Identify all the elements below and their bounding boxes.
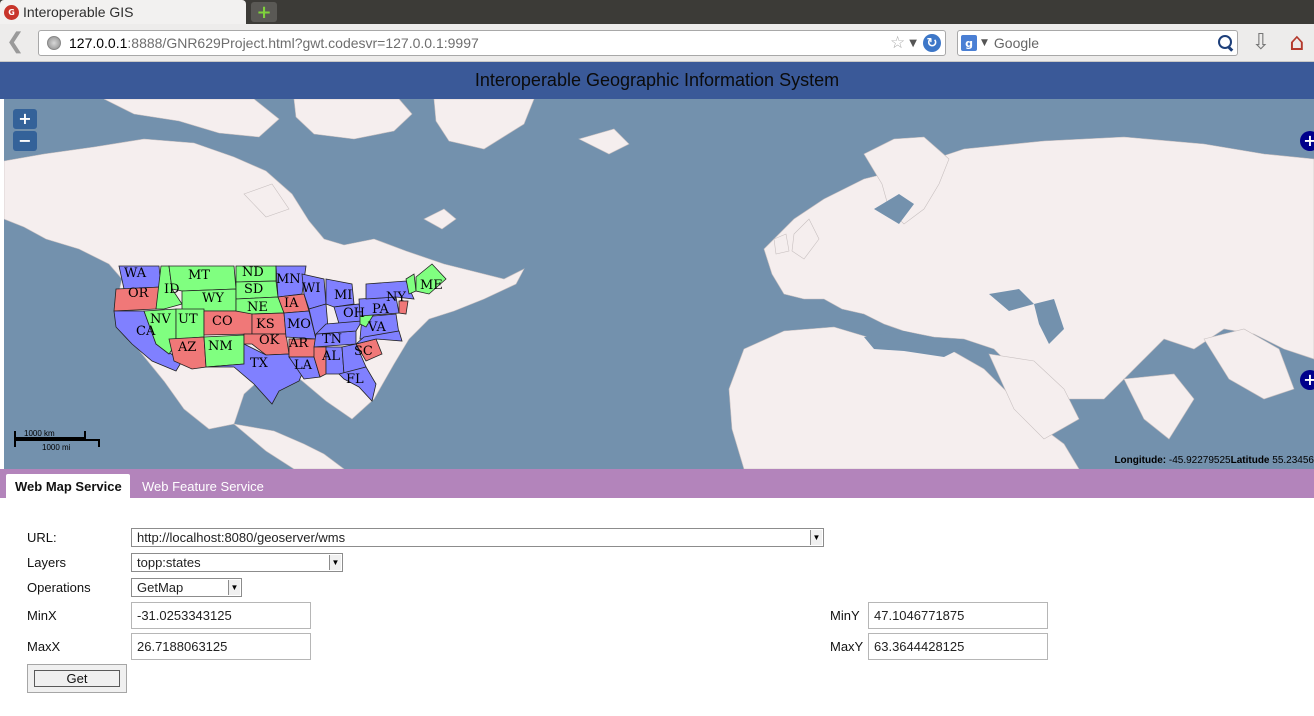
minx-label: MinX <box>27 608 57 623</box>
layers-select-value: topp:states <box>137 555 201 570</box>
svg-text:IA: IA <box>284 296 299 311</box>
world-map: WA OR MT ND SD WY ID NE MN WI MI IA NV U… <box>4 99 1314 469</box>
page-title: Interoperable Geographic Information Sys… <box>474 70 840 90</box>
miny-field[interactable]: 47.1046771875 <box>868 602 1048 629</box>
maxx-label: MaxX <box>27 639 61 654</box>
browser-tab-strip: G Interoperable GIS + <box>0 0 1314 24</box>
longitude-label: Longitude: <box>1114 455 1167 466</box>
map-viewport[interactable]: WA OR MT ND SD WY ID NE MN WI MI IA NV U… <box>4 99 1314 469</box>
google-engine-icon[interactable]: g <box>961 35 977 51</box>
svg-text:NE: NE <box>247 300 268 315</box>
svg-text:NY: NY <box>386 290 406 305</box>
app-header: Interoperable Geographic Information Sys… <box>0 62 1314 99</box>
miny-label: MinY <box>830 608 860 623</box>
chevron-down-icon: ▼ <box>810 530 822 545</box>
layers-select[interactable]: topp:states ▼ <box>131 553 343 572</box>
operations-label: Operations <box>27 580 91 595</box>
overview-map-toggle-icon[interactable]: + <box>1300 370 1314 390</box>
svg-text:ME: ME <box>420 278 443 293</box>
scale-km-label: 1000 km <box>24 429 55 438</box>
search-input[interactable]: Google <box>994 35 1217 51</box>
latitude-label: Latitude <box>1230 455 1270 466</box>
svg-text:CO: CO <box>212 314 233 329</box>
search-icon[interactable] <box>1217 34 1235 52</box>
url-label: URL: <box>27 530 57 545</box>
layers-label: Layers <box>27 555 67 570</box>
history-dropdown-icon[interactable]: ▼ <box>909 38 917 49</box>
browser-tab-title: Interoperable GIS <box>23 4 134 20</box>
svg-text:ND: ND <box>242 265 264 280</box>
service-tab-bar: Web Map Service Web Feature Service <box>0 469 1314 498</box>
svg-text:NM: NM <box>208 339 233 354</box>
browser-tab[interactable]: G Interoperable GIS <box>0 0 246 24</box>
browser-toolbar: ❮ 127.0.0.1:8888/GNR629Project.html?gwt.… <box>0 24 1314 62</box>
download-icon[interactable]: ⇩ <box>1250 32 1272 56</box>
operations-select-value: GetMap <box>137 580 184 595</box>
svg-text:FL: FL <box>346 372 364 387</box>
latitude-value: 55.23456 <box>1272 455 1314 466</box>
svg-text:CA: CA <box>136 324 156 339</box>
url-text[interactable]: 127.0.0.1:8888/GNR629Project.html?gwt.co… <box>69 35 890 51</box>
svg-text:TN: TN <box>322 332 342 347</box>
url-path: :8888/GNR629Project.html?gwt.codesvr=127… <box>127 35 479 51</box>
tab-web-map-service[interactable]: Web Map Service <box>6 474 130 498</box>
new-tab-icon[interactable]: + <box>251 2 277 23</box>
svg-text:WI: WI <box>302 281 321 296</box>
home-icon[interactable]: ⌂ <box>1284 30 1310 56</box>
maxy-label: MaxY <box>830 639 864 654</box>
wms-form: URL: http://localhost:8080/geoserver/wms… <box>0 498 1314 716</box>
svg-text:WA: WA <box>124 266 147 281</box>
svg-text:MN: MN <box>276 272 301 287</box>
svg-text:MT: MT <box>188 268 210 283</box>
zoom-control: + − <box>13 109 39 154</box>
gwt-favicon-icon: G <box>4 4 19 20</box>
bookmark-star-icon[interactable]: ☆ <box>890 33 905 53</box>
svg-text:MO: MO <box>287 317 311 332</box>
svg-text:AZ: AZ <box>177 340 196 355</box>
scale-line: 1000 km 1000 mi <box>14 429 104 459</box>
url-select-value: http://localhost:8080/geoserver/wms <box>137 530 346 545</box>
address-bar[interactable]: 127.0.0.1:8888/GNR629Project.html?gwt.co… <box>38 30 946 56</box>
site-identity-icon[interactable] <box>47 36 61 50</box>
back-arrow-icon[interactable]: ❮ <box>6 31 26 55</box>
svg-text:OK: OK <box>259 333 280 348</box>
longitude-value: -45.92279525 <box>1168 455 1231 466</box>
svg-text:ID: ID <box>164 282 180 297</box>
scale-mi-label: 1000 mi <box>42 443 71 452</box>
svg-text:OH: OH <box>343 306 365 321</box>
layer-switcher-icon[interactable]: + <box>1300 131 1314 151</box>
tab-web-feature-service[interactable]: Web Feature Service <box>142 479 264 494</box>
svg-text:SC: SC <box>354 344 373 359</box>
svg-text:AR: AR <box>288 336 309 351</box>
svg-text:WY: WY <box>202 291 224 306</box>
maxx-field[interactable]: 26.7188063125 <box>131 633 311 660</box>
svg-text:MI: MI <box>334 288 352 303</box>
minx-field[interactable]: -31.0253343125 <box>131 602 311 629</box>
mouse-position: Longitude: -45.92279525Latitude 55.23456 <box>1114 455 1314 466</box>
operations-select[interactable]: GetMap ▼ <box>131 578 242 597</box>
search-bar[interactable]: g ▼ Google <box>957 30 1238 56</box>
svg-text:UT: UT <box>178 312 198 327</box>
reload-icon[interactable]: ↻ <box>923 34 941 52</box>
engine-dropdown-icon[interactable]: ▼ <box>981 38 988 48</box>
maxy-field[interactable]: 63.3644428125 <box>868 633 1048 660</box>
svg-text:OR: OR <box>128 286 150 301</box>
url-host: 127.0.0.1 <box>69 35 128 51</box>
get-button[interactable]: Get <box>27 664 127 693</box>
zoom-out-button[interactable]: − <box>13 131 37 151</box>
get-button-label: Get <box>34 670 120 687</box>
chevron-down-icon: ▼ <box>329 555 341 570</box>
svg-text:LA: LA <box>294 358 313 373</box>
zoom-in-button[interactable]: + <box>13 109 37 129</box>
svg-text:TX: TX <box>250 356 269 371</box>
chevron-down-icon: ▼ <box>228 580 240 595</box>
svg-text:KS: KS <box>256 317 275 332</box>
svg-text:VA: VA <box>367 320 387 335</box>
svg-text:SD: SD <box>244 282 263 297</box>
svg-text:AL: AL <box>321 349 340 364</box>
url-select[interactable]: http://localhost:8080/geoserver/wms ▼ <box>131 528 824 547</box>
